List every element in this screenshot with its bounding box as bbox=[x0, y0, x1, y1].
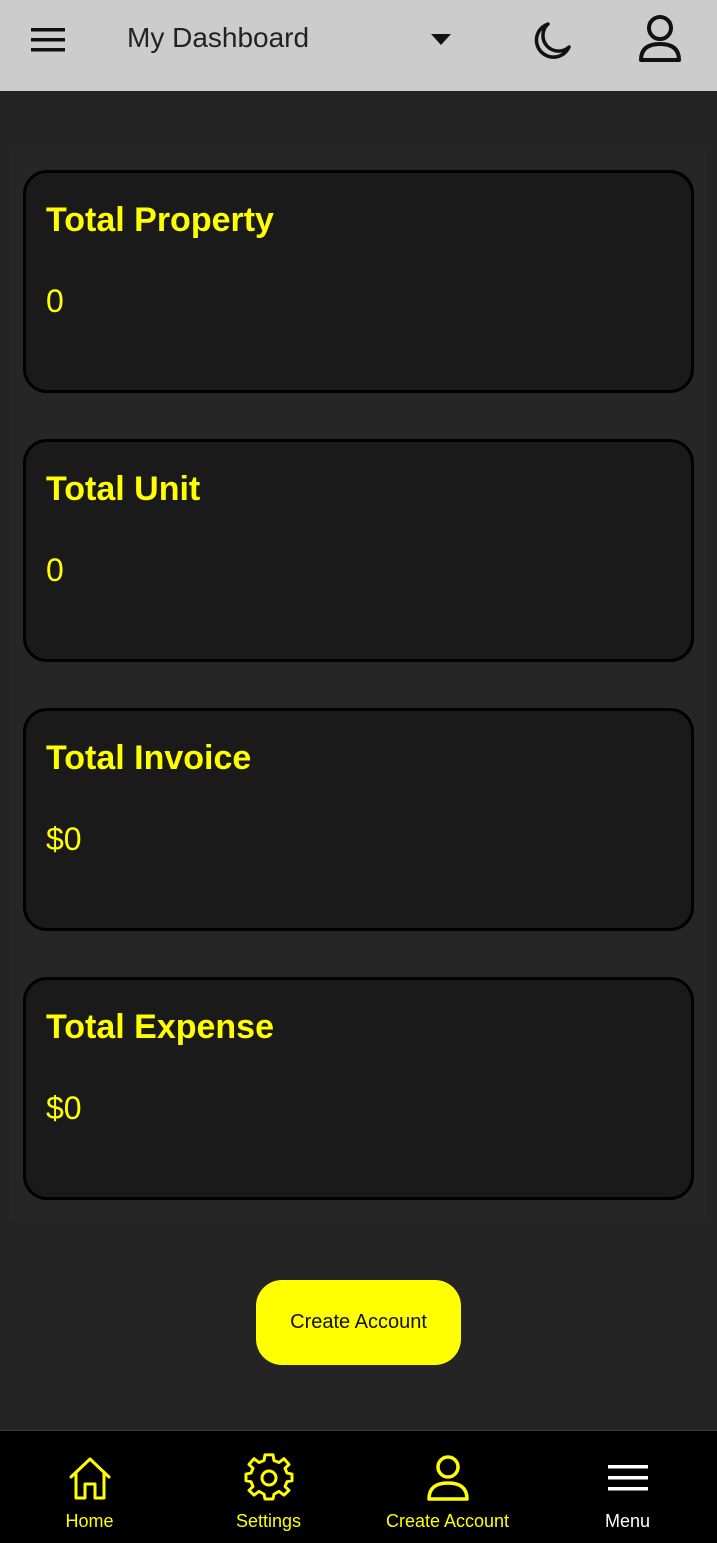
theme-toggle-button[interactable] bbox=[526, 16, 576, 66]
nav-label: Menu bbox=[604, 1511, 651, 1531]
page-title: My Dashboard bbox=[127, 22, 310, 53]
nav-menu[interactable]: Menu bbox=[538, 1431, 717, 1543]
gear-icon bbox=[244, 1453, 293, 1501]
dashboard-screen: My Dashboard Total Property 0 Total Unit… bbox=[0, 0, 717, 1543]
moon-icon bbox=[534, 22, 571, 59]
card-value: $0 bbox=[46, 1090, 82, 1126]
card-title: Total Property bbox=[46, 201, 274, 239]
profile-button[interactable] bbox=[634, 12, 686, 68]
card-value: 0 bbox=[46, 552, 64, 588]
nav-label: Settings bbox=[235, 1511, 302, 1531]
bottom-navigation: Home Settings Create Account Menu bbox=[0, 1430, 717, 1543]
total-unit-card: Total Unit 0 bbox=[23, 439, 694, 662]
hamburger-icon bbox=[607, 1465, 648, 1491]
caret-down-icon bbox=[431, 34, 451, 45]
total-expense-card: Total Expense $0 bbox=[23, 977, 694, 1200]
user-icon bbox=[639, 15, 681, 62]
nav-label: Home bbox=[65, 1511, 114, 1531]
total-invoice-card: Total Invoice $0 bbox=[23, 708, 694, 931]
home-icon bbox=[69, 1457, 110, 1500]
nav-home[interactable]: Home bbox=[0, 1431, 179, 1543]
card-title: Total Invoice bbox=[46, 739, 252, 777]
create-account-button[interactable]: Create Account bbox=[256, 1280, 461, 1365]
card-value: 0 bbox=[46, 283, 64, 319]
card-title: Total Expense bbox=[46, 1008, 274, 1046]
nav-create-account[interactable]: Create Account bbox=[358, 1431, 537, 1543]
card-title: Total Unit bbox=[46, 470, 201, 508]
nav-label: Create Account bbox=[385, 1511, 510, 1531]
total-property-card: Total Property 0 bbox=[23, 170, 694, 393]
nav-settings[interactable]: Settings bbox=[179, 1431, 358, 1543]
dashboard-dropdown[interactable] bbox=[428, 30, 454, 50]
menu-button[interactable] bbox=[28, 24, 70, 56]
top-app-bar: My Dashboard bbox=[0, 0, 717, 91]
user-icon bbox=[426, 1455, 469, 1501]
hamburger-icon bbox=[31, 28, 65, 52]
card-value: $0 bbox=[46, 821, 82, 857]
